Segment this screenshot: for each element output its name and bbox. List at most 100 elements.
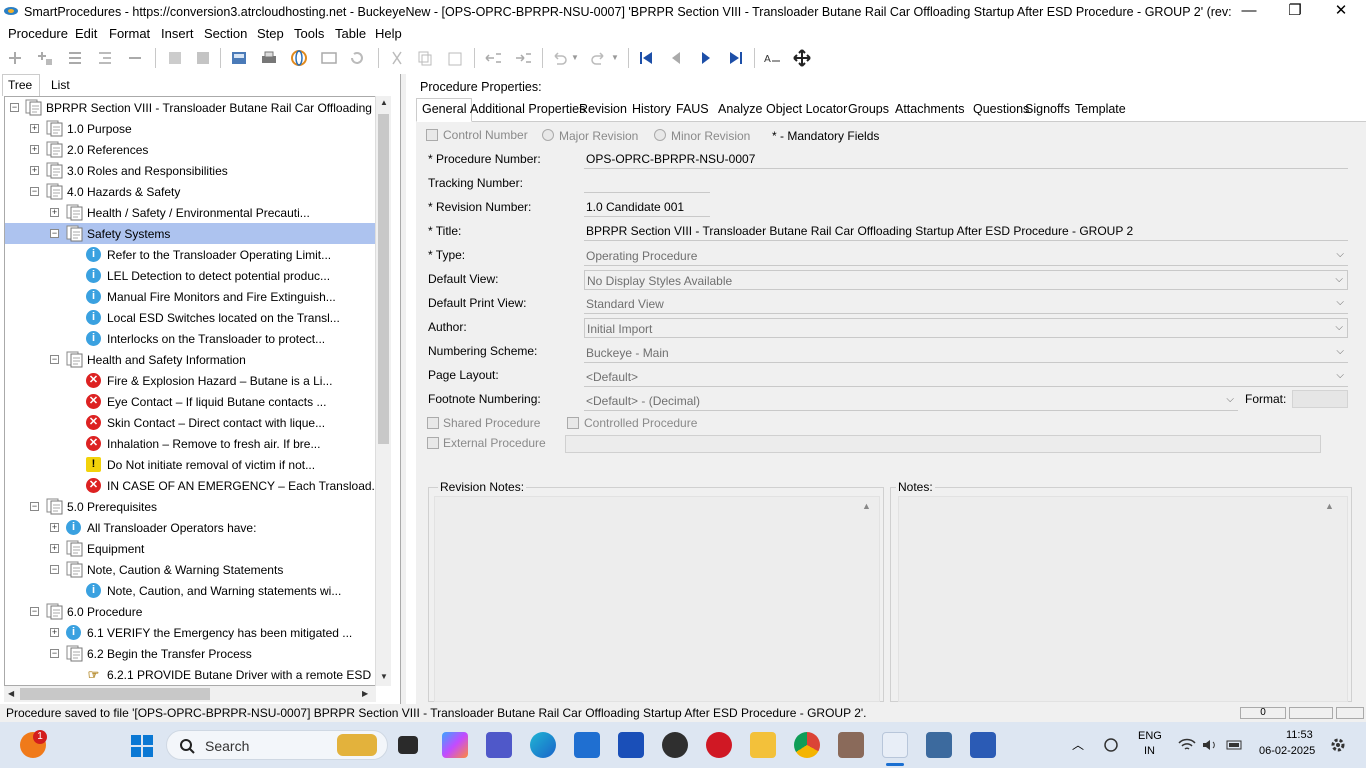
tab-groups[interactable]: Groups xyxy=(848,102,889,116)
tree-item[interactable]: i Refer to the Transloader Operating Limi… xyxy=(5,244,375,265)
expand-icon[interactable]: + xyxy=(50,628,59,637)
tree-vertical-scrollbar[interactable]: ▲ ▼ xyxy=(375,96,391,686)
preview-icon[interactable] xyxy=(320,49,338,67)
pane-splitter[interactable] xyxy=(400,74,406,704)
format-field[interactable] xyxy=(1292,390,1348,408)
tree-item[interactable]: ✕ Fire & Explosion Hazard – Butane is a L… xyxy=(5,370,375,391)
tracking-number-field[interactable] xyxy=(584,173,710,193)
scroll-up-icon[interactable]: ▲ xyxy=(1325,501,1334,511)
scroll-left-icon[interactable]: ◀ xyxy=(8,689,14,698)
close-button[interactable]: ✕ xyxy=(1318,0,1364,24)
tree-item[interactable]: +2.0 References xyxy=(5,139,375,160)
tree-item[interactable]: ! Do Not initiate removal of victim if no… xyxy=(5,454,375,475)
find-replace-icon[interactable]: A xyxy=(763,49,781,67)
word-icon[interactable] xyxy=(970,732,996,758)
previous-icon[interactable] xyxy=(667,49,685,67)
windows-start-icon[interactable] xyxy=(130,734,154,758)
collapse-icon[interactable]: − xyxy=(30,187,39,196)
tree-item[interactable]: − 5.0 Prerequisites xyxy=(5,496,375,517)
tree-item[interactable]: i Interlocks on the Transloader to protec… xyxy=(5,328,375,349)
tab-template[interactable]: Template xyxy=(1075,102,1126,116)
tab-signoffs[interactable]: Signoffs xyxy=(1025,102,1070,116)
expand-icon[interactable]: + xyxy=(50,544,59,553)
expand-icon[interactable]: + xyxy=(50,208,59,217)
print-icon[interactable] xyxy=(260,49,278,67)
taskbar-search-box[interactable]: Search xyxy=(166,730,388,760)
scroll-up-icon[interactable]: ▲ xyxy=(380,98,388,107)
copilot-icon[interactable] xyxy=(442,732,468,758)
tab-general[interactable]: General xyxy=(416,98,473,122)
title-field[interactable]: BPRPR Section VIII - Transloader Butane … xyxy=(584,221,1348,241)
indent-icon[interactable] xyxy=(96,49,114,67)
undo-dropdown-icon[interactable]: ▼ xyxy=(571,53,579,62)
procedure-number-field[interactable]: OPS-OPRC-BPRPR-NSU-0007 xyxy=(584,149,1348,169)
scroll-down-icon[interactable]: ▼ xyxy=(380,672,388,681)
save-icon[interactable] xyxy=(166,49,184,67)
smartprocedures-taskbar-icon[interactable] xyxy=(882,732,908,758)
language-region[interactable]: IN xyxy=(1144,745,1155,757)
tree-item[interactable]: + Equipment xyxy=(5,538,375,559)
file-explorer-icon[interactable] xyxy=(750,732,776,758)
tree-item[interactable]: − 6.0 Procedure xyxy=(5,601,375,622)
footnote-numbering-select[interactable]: <Default> - (Decimal) ⌵ xyxy=(584,391,1238,411)
menu-section[interactable]: Section xyxy=(204,26,247,41)
expand-icon[interactable]: + xyxy=(30,145,39,154)
show-hidden-icons-icon[interactable]: ︿ xyxy=(1072,736,1084,753)
add-icon[interactable] xyxy=(6,49,24,67)
minor-revision-radio[interactable] xyxy=(654,129,666,141)
menu-edit[interactable]: Edit xyxy=(75,26,97,41)
add-child-icon[interactable] xyxy=(36,49,54,67)
tree-item[interactable]: ☞ 6.2.1 PROVIDE Butane Driver with a remo… xyxy=(5,664,375,685)
tree-item[interactable]: + i 6.1 VERIFY the Emergency has been miti… xyxy=(5,622,375,643)
author-select[interactable]: Initial Import ⌵ xyxy=(584,318,1348,338)
tree-item[interactable]: − Safety Systems xyxy=(5,223,375,244)
tab-revision[interactable]: Revision xyxy=(579,102,627,116)
collapse-icon[interactable]: − xyxy=(30,502,39,511)
numbering-scheme-select[interactable]: Buckeye - Main ⌵ xyxy=(584,343,1348,363)
collapse-icon[interactable]: − xyxy=(30,607,39,616)
first-icon[interactable] xyxy=(637,49,655,67)
default-view-select[interactable]: No Display Styles Available ⌵ xyxy=(584,270,1348,290)
edge-icon[interactable] xyxy=(530,732,556,758)
tree-item[interactable]: − 6.2 Begin the Transfer Process xyxy=(5,643,375,664)
battery-icon[interactable] xyxy=(1226,738,1244,752)
tree-item[interactable]: − Note, Caution & Warning Statements xyxy=(5,559,375,580)
menu-table[interactable]: Table xyxy=(335,26,366,41)
tab-attachments[interactable]: Attachments xyxy=(895,102,964,116)
tree-item[interactable]: i LEL Detection to detect potential produ… xyxy=(5,265,375,286)
redo-dropdown-icon[interactable]: ▼ xyxy=(611,53,619,62)
external-procedure-checkbox[interactable] xyxy=(427,437,439,449)
collapse-icon[interactable]: − xyxy=(10,103,19,112)
tab-analyze[interactable]: Analyze xyxy=(718,102,762,116)
refresh-icon[interactable] xyxy=(348,49,366,67)
collapse-icon[interactable]: − xyxy=(50,565,59,574)
revision-notes-textarea[interactable] xyxy=(434,496,880,702)
store-icon[interactable] xyxy=(574,732,600,758)
tree-item[interactable]: − 4.0 Hazards & Safety xyxy=(5,181,375,202)
collapse-icon[interactable]: − xyxy=(50,649,59,658)
tree-horizontal-scrollbar[interactable]: ◀ ▶ xyxy=(4,686,376,702)
collapse-icon[interactable]: − xyxy=(50,229,59,238)
procedure-tree[interactable]: − BPRPR Section VIII - Transloader Butane… xyxy=(4,96,376,686)
default-print-view-select[interactable]: Standard View ⌵ xyxy=(584,294,1348,314)
task-view-icon[interactable] xyxy=(398,736,418,754)
last-icon[interactable] xyxy=(727,49,745,67)
tree-item[interactable]: +3.0 Roles and Responsibilities xyxy=(5,160,375,181)
list-icon[interactable] xyxy=(66,49,84,67)
scroll-right-icon[interactable]: ▶ xyxy=(362,689,368,698)
remove-icon[interactable] xyxy=(126,49,144,67)
tree-item[interactable]: ✕ Eye Contact – If liquid Butane contacts… xyxy=(5,391,375,412)
save-all-icon[interactable] xyxy=(194,49,212,67)
dell-icon[interactable] xyxy=(662,732,688,758)
move-icon[interactable] xyxy=(793,49,811,67)
minimize-button[interactable]: — xyxy=(1226,0,1272,24)
menu-insert[interactable]: Insert xyxy=(161,26,194,41)
tree-item[interactable]: + i All Transloader Operators have: xyxy=(5,517,375,538)
app-icon[interactable] xyxy=(926,732,952,758)
tree-item[interactable]: − Health and Safety Information xyxy=(5,349,375,370)
collapse-icon[interactable]: − xyxy=(50,355,59,364)
opera-icon[interactable] xyxy=(706,732,732,758)
tree-item[interactable]: ✕ IN CASE OF AN EMERGENCY – Each Transloa… xyxy=(5,475,375,496)
type-select[interactable]: Operating Procedure ⌵ xyxy=(584,246,1348,266)
wifi-icon[interactable] xyxy=(1178,738,1196,752)
